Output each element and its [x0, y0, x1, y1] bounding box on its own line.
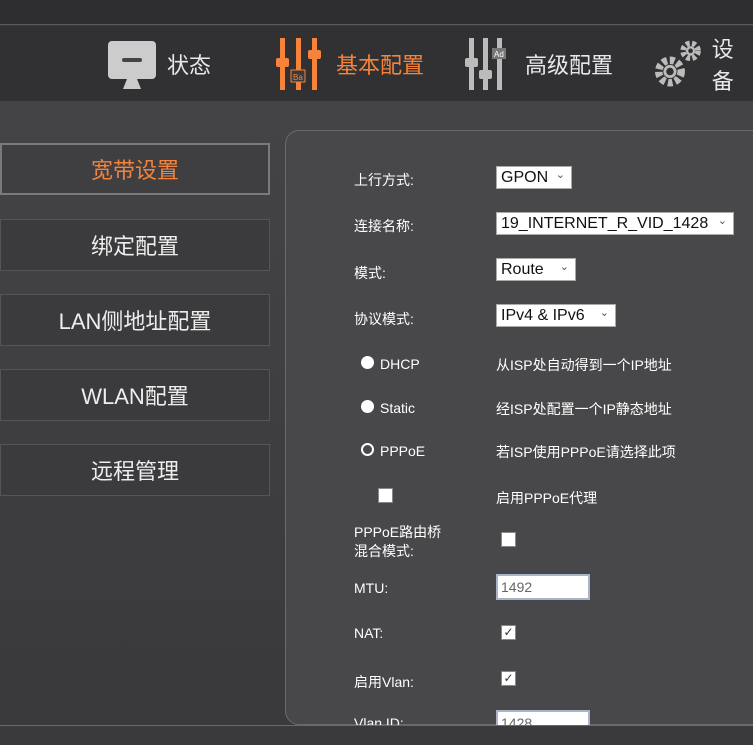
- protocol-value: IPv4 & IPv6: [501, 306, 585, 324]
- top-strip: [0, 0, 753, 25]
- chevron-down-icon: ⌄: [599, 307, 609, 319]
- sidebar-item-wlan[interactable]: WLAN配置: [0, 369, 270, 421]
- sidebar-item-label: 宽带设置: [90, 158, 179, 183]
- nat-label: NAT:: [354, 625, 384, 641]
- svg-text:Ba: Ba: [293, 73, 303, 82]
- bridge-mode-checkbox[interactable]: [501, 532, 516, 547]
- connection-name-label: 连接名称:: [354, 218, 414, 234]
- svg-text:Ad: Ad: [494, 50, 504, 59]
- nav-basic-config[interactable]: Ba 基本配置: [276, 26, 424, 101]
- nat-checkbox[interactable]: ✓: [501, 625, 516, 640]
- pppoe-radio[interactable]: [361, 443, 374, 456]
- mtu-label: MTU:: [354, 580, 389, 596]
- nav-advanced-config[interactable]: Ad 高级配置: [465, 26, 613, 101]
- bridge-mode-label-1: PPPoE路由桥: [354, 524, 442, 540]
- vlan-enable-label: 启用Vlan:: [354, 674, 414, 690]
- top-nav: 状态 Ba 基本配置 Ad 高级配置 设备: [0, 26, 753, 101]
- chevron-down-icon: ⌄: [555, 169, 565, 181]
- protocol-select[interactable]: IPv4 & IPv6 ⌄: [496, 304, 616, 327]
- uplink-value: GPON: [501, 168, 549, 186]
- protocol-label: 协议模式:: [354, 311, 414, 327]
- nav-device[interactable]: 设备: [655, 26, 753, 101]
- pppoe-description: 若ISP使用PPPoE请选择此项: [496, 444, 676, 460]
- sidebar-item-label: LAN侧地址配置: [58, 309, 212, 334]
- vlan-enable-checkbox[interactable]: ✓: [501, 671, 516, 686]
- sidebar-item-broadband[interactable]: 宽带设置: [0, 143, 270, 195]
- sidebar-item-binding[interactable]: 绑定配置: [0, 219, 270, 271]
- dhcp-description: 从ISP处自动得到一个IP地址: [496, 357, 672, 373]
- static-description: 经ISP处配置一个IP静态地址: [496, 401, 672, 417]
- bridge-mode-label-2: 混合模式:: [354, 543, 414, 559]
- uplink-label: 上行方式:: [354, 172, 414, 188]
- static-label: Static: [380, 400, 416, 416]
- sidebar-item-label: 绑定配置: [90, 234, 179, 259]
- nav-advanced-config-label: 高级配置: [525, 52, 614, 78]
- mode-select[interactable]: Route ⌄: [496, 258, 576, 281]
- mode-label: 模式:: [354, 265, 386, 281]
- chevron-down-icon: ⌄: [559, 261, 569, 273]
- nav-status-label: 状态: [167, 52, 212, 78]
- mode-value: Route: [501, 260, 544, 278]
- mtu-input[interactable]: 1492: [496, 574, 590, 600]
- nav-status[interactable]: 状态: [107, 26, 211, 101]
- nav-device-label: 设备: [711, 36, 734, 94]
- connection-name-value: 19_INTERNET_R_VID_1428: [501, 214, 709, 232]
- pppoe-proxy-label: 启用PPPoE代理: [496, 490, 598, 506]
- sidebar-item-remote[interactable]: 远程管理: [0, 444, 270, 496]
- sidebar-item-lan[interactable]: LAN侧地址配置: [0, 294, 270, 346]
- static-radio[interactable]: [361, 400, 374, 413]
- chevron-down-icon: ⌄: [717, 215, 727, 227]
- connection-name-select[interactable]: 19_INTERNET_R_VID_1428 ⌄: [496, 212, 734, 235]
- gears-icon: [655, 40, 701, 86]
- sliders-basic-icon: Ba: [276, 37, 321, 90]
- monitor-icon: [108, 40, 156, 89]
- dhcp-radio[interactable]: [361, 356, 374, 369]
- uplink-select[interactable]: GPON ⌄: [496, 166, 572, 189]
- sidebar-item-label: WLAN配置: [81, 384, 189, 409]
- sliders-advanced-icon: Ad: [465, 37, 506, 90]
- nav-basic-config-label: 基本配置: [336, 52, 425, 78]
- sidebar-item-label: 远程管理: [90, 459, 179, 484]
- pppoe-proxy-checkbox[interactable]: [378, 488, 393, 503]
- dhcp-label: DHCP: [380, 356, 420, 372]
- bottom-bar: [0, 725, 753, 745]
- pppoe-label: PPPoE: [380, 443, 426, 459]
